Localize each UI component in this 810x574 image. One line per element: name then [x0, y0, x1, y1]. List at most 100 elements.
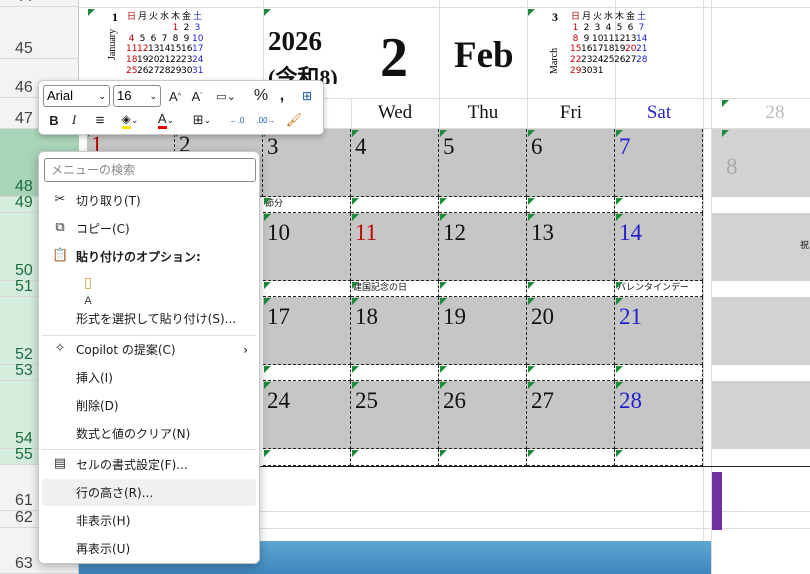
note-cell[interactable]	[351, 197, 439, 213]
day-cell[interactable]: 3	[263, 129, 351, 197]
note-cell[interactable]	[527, 281, 615, 297]
note-cell[interactable]	[527, 365, 615, 381]
day-cell[interactable]: 10	[263, 213, 351, 281]
percent-icon[interactable]: %	[251, 85, 271, 107]
day-cell[interactable]: 7	[615, 129, 703, 197]
menu-delete[interactable]: 削除(D)	[42, 392, 256, 419]
day-number: 26	[443, 388, 466, 413]
day-cell[interactable]: 6	[527, 129, 615, 197]
menu-insert[interactable]: 挿入(I)	[42, 364, 256, 391]
note-cell[interactable]: 節分	[263, 197, 351, 213]
comment-marker	[528, 130, 535, 137]
note-cell[interactable]	[439, 281, 527, 297]
note-cell[interactable]	[439, 365, 527, 381]
note-cell[interactable]: バレンタインデー	[615, 281, 703, 297]
day-cell[interactable]: 24	[263, 381, 351, 449]
day-cell[interactable]: 28	[615, 381, 703, 449]
row-header-44[interactable]: 44	[0, 0, 79, 7]
note-cell[interactable]	[439, 197, 527, 213]
next-month-cell[interactable]	[712, 297, 810, 365]
note-cell[interactable]	[351, 365, 439, 381]
decrease-decimal-icon[interactable]: .00→	[253, 109, 279, 131]
menu-cut[interactable]: ✂ 切り取り(T)	[42, 187, 256, 214]
note-cell[interactable]	[615, 449, 703, 466]
comment-marker	[352, 214, 359, 221]
menu-unhide[interactable]: 再表示(U)	[42, 535, 256, 562]
day-cell[interactable]: 25	[351, 381, 439, 449]
align-center-icon[interactable]: ≡	[89, 109, 111, 131]
number-format-icon[interactable]: ▭⌄	[211, 85, 241, 107]
note-cell[interactable]	[527, 197, 615, 213]
menu-copy[interactable]: ⧉ コピー(C)	[42, 215, 256, 242]
format-painter-icon[interactable]: 🖌	[283, 109, 305, 131]
mini-day	[126, 23, 137, 34]
day-cell[interactable]: 4	[351, 129, 439, 197]
font-size-dropdown[interactable]: 16 ⌄	[113, 85, 161, 107]
mini-day: 23	[181, 55, 193, 66]
mini-day: 9	[183, 33, 190, 44]
italic-icon[interactable]: I	[65, 109, 83, 131]
fill-color-icon[interactable]: ◈ ⌄	[115, 109, 145, 131]
month-name: Feb	[454, 35, 514, 76]
menu-row-height[interactable]: 行の高さ(R)...	[42, 479, 256, 506]
note-cell[interactable]	[439, 449, 527, 466]
menu-format-cells[interactable]: ▤ セルの書式設定(F)...	[42, 451, 256, 478]
menu-search-input[interactable]: メニューの検索	[44, 158, 256, 182]
next-month-cell[interactable]: 8	[712, 129, 810, 197]
paste-icon[interactable]: ▯ A	[77, 273, 99, 307]
clipboard-icon: 📋	[52, 248, 69, 263]
note-cell[interactable]	[263, 365, 351, 381]
font-name-dropdown[interactable]: Arial ⌄	[43, 85, 110, 107]
row-number: 51	[15, 278, 33, 295]
mini-day: 土	[192, 12, 202, 22]
note-cell[interactable]: 建国記念の日	[351, 281, 439, 297]
menu-clear-contents[interactable]: 数式と値のクリア(N)	[42, 420, 256, 447]
day-cell[interactable]: 12	[439, 213, 527, 281]
menu-label: 数式と値のクリア(N)	[76, 427, 191, 441]
menu-paste-special[interactable]: 形式を選択して貼り付け(S)...	[42, 305, 256, 332]
day-number: 14	[619, 220, 642, 245]
comment-marker	[528, 198, 535, 205]
font-color-icon[interactable]: A ⌄	[151, 109, 181, 131]
day-cell[interactable]: 26	[439, 381, 527, 449]
menu-label: 形式を選択して貼り付け(S)...	[76, 312, 237, 326]
row-number: 63	[15, 555, 33, 572]
note-cell[interactable]	[263, 449, 351, 466]
day-cell[interactable]: 14	[615, 213, 703, 281]
row-number: 45	[15, 40, 33, 57]
note-cell[interactable]	[351, 449, 439, 466]
day-cell[interactable]: 5	[439, 129, 527, 197]
note-cell[interactable]	[263, 281, 351, 297]
day-number: 12	[443, 220, 466, 245]
note-cell[interactable]	[615, 197, 703, 213]
day-cell[interactable]: 19	[439, 297, 527, 365]
comment-marker	[264, 450, 271, 457]
mini-day: 19	[137, 55, 149, 66]
next-month-cell[interactable]	[712, 381, 810, 449]
menu-copilot[interactable]: ✧ Copilot の提案(C) ›	[42, 336, 256, 363]
note-cell[interactable]	[615, 365, 703, 381]
day-cell[interactable]: 17	[263, 297, 351, 365]
increase-decimal-icon[interactable]: ←.0	[225, 109, 249, 131]
day-cell[interactable]: 13	[527, 213, 615, 281]
increase-font-icon[interactable]: A ^	[165, 85, 185, 107]
day-cell[interactable]: 11	[351, 213, 439, 281]
day-cell[interactable]: 27	[527, 381, 615, 449]
mini-day: 木	[614, 12, 624, 22]
row-header-45[interactable]: 45	[0, 7, 79, 59]
menu-label: 切り取り(T)	[76, 194, 141, 208]
day-cell[interactable]: 18	[351, 297, 439, 365]
borders-icon[interactable]: ⊞ ⌄	[187, 109, 217, 131]
day-number: 20	[531, 304, 554, 329]
mini-day: 13	[625, 33, 637, 44]
next-month-cell[interactable]: 祝	[712, 213, 810, 281]
mini-day	[603, 66, 614, 77]
day-cell[interactable]: 20	[527, 297, 615, 365]
bold-icon[interactable]: B	[45, 109, 63, 131]
note-cell[interactable]	[527, 449, 615, 466]
comma-style-icon[interactable]: ,	[273, 85, 291, 107]
decrease-font-icon[interactable]: Aˇ	[187, 85, 207, 107]
day-cell[interactable]: 21	[615, 297, 703, 365]
merge-center-icon[interactable]: ⊞	[297, 85, 317, 107]
menu-hide[interactable]: 非表示(H)	[42, 507, 256, 534]
